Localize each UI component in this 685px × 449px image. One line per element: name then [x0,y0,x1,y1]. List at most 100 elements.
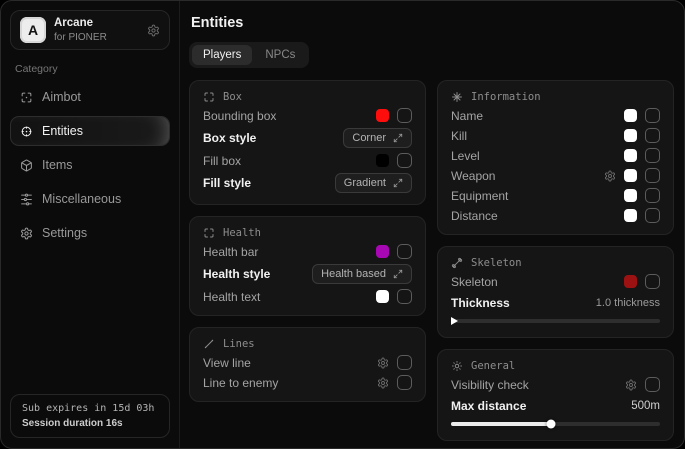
row-thickness: Thickness 1.0 thickness [451,296,660,310]
max-distance-slider[interactable] [451,422,660,426]
fill-style-dropdown[interactable]: Gradient [335,173,412,193]
row-line-to-enemy: Line to enemy [203,375,412,390]
color-swatch[interactable] [376,245,389,258]
row-box-style: Box style Corner [203,128,412,148]
sidebar-item-items[interactable]: Items [10,150,170,180]
panels-grid: Box Bounding box Box style Corner [189,80,674,441]
row-label: Distance [451,209,498,223]
tab-npcs[interactable]: NPCs [254,45,306,65]
checkbox[interactable] [645,128,660,143]
checkbox[interactable] [397,153,412,168]
checkbox[interactable] [397,244,412,259]
checkbox[interactable] [645,108,660,123]
sidebar-item-miscellaneous[interactable]: Miscellaneous [10,184,170,214]
gear-icon[interactable] [625,379,637,391]
checkbox[interactable] [397,289,412,304]
slider-thumb[interactable] [547,420,556,429]
crosshair-icon [20,91,33,104]
gear-icon[interactable] [377,377,389,389]
checkbox[interactable] [645,208,660,223]
color-swatch[interactable] [624,169,637,182]
row-level: Level [451,148,660,163]
color-swatch[interactable] [624,129,637,142]
row-label: Line to enemy [203,376,278,390]
corner-brackets-icon [203,227,215,239]
color-swatch[interactable] [376,290,389,303]
sidebar-item-settings[interactable]: Settings [10,218,170,248]
row-view-line: View line [203,355,412,370]
checkbox[interactable] [645,148,660,163]
sidebar-item-entities[interactable]: Entities [10,116,170,146]
slider-fill [451,422,551,426]
panel-general: General Visibility check Max distance 50… [437,349,674,441]
corner-brackets-icon [203,91,215,103]
panel-health-header: Health [203,227,412,239]
row-label: Visibility check [451,378,529,392]
row-health-style: Health style Health based [203,264,412,284]
panel-health: Health Health bar Health style Health ba… [189,216,426,316]
sidebar-item-label: Settings [42,226,87,240]
row-fill-style: Fill style Gradient [203,173,412,193]
checkbox[interactable] [645,168,660,183]
sidebar-item-aimbot[interactable]: Aimbot [10,82,170,112]
diagonal-line-icon [203,338,215,350]
row-label: Name [451,109,483,123]
sidebar-item-label: Miscellaneous [42,192,121,206]
brand-logo: A [20,17,46,43]
row-label: Weapon [451,169,495,183]
row-label: Level [451,149,480,163]
gear-icon[interactable] [147,24,160,37]
expand-icon [393,133,403,143]
session-duration-text: Session duration 16s [22,418,158,429]
row-label: Health text [203,290,260,304]
panel-title: Skeleton [471,257,522,269]
row-label: Fill style [203,176,251,190]
bone-icon [451,257,463,269]
row-health-text: Health text [203,289,412,304]
subscription-card: Sub expires in 15d 03h Session duration … [10,394,170,438]
sidebar: A Arcane for PIONER Category Aimbot Enti… [1,1,180,448]
panel-skeleton: Skeleton Skeleton Thickness 1.0 thicknes… [437,246,674,338]
page-title: Entities [189,15,674,31]
row-label: Skeleton [451,275,498,289]
panel-skeleton-header: Skeleton [451,257,660,269]
color-swatch[interactable] [624,109,637,122]
slider-value: 1.0 thickness [596,297,660,309]
panel-box-header: Box [203,91,412,103]
main-content: Entities Players NPCs Box Bounding box [181,1,684,448]
checkbox[interactable] [397,375,412,390]
color-swatch[interactable] [376,109,389,122]
brand-subtitle: for PIONER [54,32,107,43]
checkbox[interactable] [397,355,412,370]
checkbox[interactable] [397,108,412,123]
sidebar-item-label: Items [42,158,73,172]
panel-general-header: General [451,360,660,372]
thickness-slider[interactable] [451,319,660,323]
app-window: A Arcane for PIONER Category Aimbot Enti… [0,0,685,449]
color-swatch[interactable] [376,154,389,167]
row-visibility-check: Visibility check [451,377,660,392]
row-label: Kill [451,129,467,143]
color-swatch[interactable] [624,149,637,162]
color-swatch[interactable] [624,189,637,202]
row-kill: Kill [451,128,660,143]
row-label: Fill box [203,154,241,168]
box-style-dropdown[interactable]: Corner [343,128,412,148]
row-health-bar: Health bar [203,244,412,259]
target-icon [20,125,33,138]
panel-information: Information Name Kill [437,80,674,235]
health-style-dropdown[interactable]: Health based [312,264,412,284]
slider-thumb[interactable] [451,317,458,325]
row-skeleton: Skeleton [451,274,660,289]
color-swatch[interactable] [624,275,637,288]
row-weapon: Weapon [451,168,660,183]
tab-players[interactable]: Players [192,45,252,65]
row-label: Max distance [451,399,526,413]
checkbox[interactable] [645,377,660,392]
color-swatch[interactable] [624,209,637,222]
checkbox[interactable] [645,188,660,203]
checkbox[interactable] [645,274,660,289]
gear-icon[interactable] [604,170,616,182]
gear-icon[interactable] [377,357,389,369]
panel-title: Box [223,91,242,103]
